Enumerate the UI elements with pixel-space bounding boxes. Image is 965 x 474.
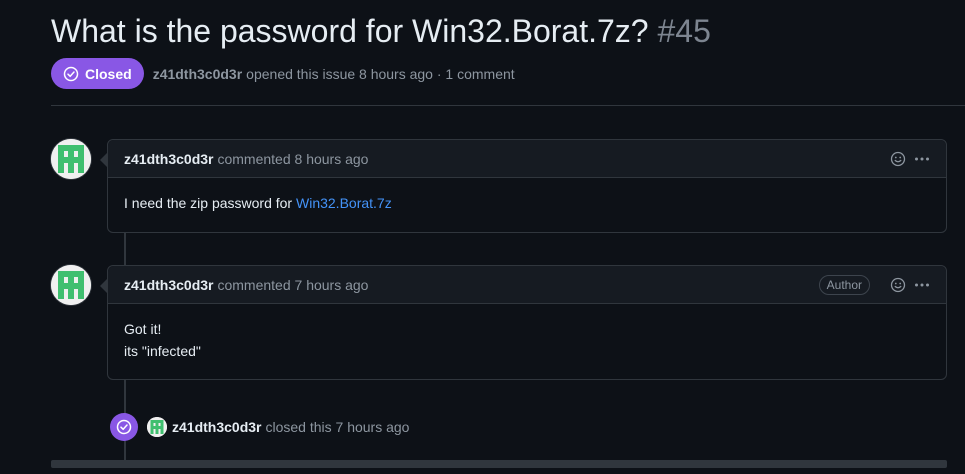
comment-timestamp[interactable]: commented 8 hours ago: [217, 151, 368, 167]
issue-meta: Closed z41dth3c0d3r opened this issue 8 …: [51, 58, 515, 89]
comment-line: its "infected": [124, 343, 201, 359]
closed-event-badge: [110, 413, 138, 441]
issue-number: #45: [657, 13, 711, 49]
comment-body: I need the zip password for Win32.Borat.…: [108, 178, 946, 228]
issue-meta-text: opened this issue 8 hours ago · 1 commen…: [246, 65, 515, 82]
file-link[interactable]: Win32.Borat.7z: [296, 195, 392, 211]
closed-event: z41dth3c0d3r closed this 7 hours ago: [110, 413, 409, 441]
comment-author-link[interactable]: z41dth3c0d3r: [124, 151, 213, 167]
avatar[interactable]: [51, 265, 91, 305]
closed-check-icon: [116, 419, 132, 435]
issue-title-text: What is the password for Win32.Borat.7z?: [51, 13, 649, 49]
header-divider: [51, 105, 965, 106]
status-label: Closed: [85, 65, 132, 82]
comment-card: z41dth3c0d3r commented 8 hours ago I nee…: [100, 139, 947, 233]
comment-timestamp[interactable]: commented 7 hours ago: [217, 277, 368, 293]
bottom-divider-bar: [51, 460, 947, 468]
status-badge: Closed: [51, 58, 144, 89]
comment-text: I need the zip password for: [124, 195, 296, 211]
comment-header: z41dth3c0d3r commented 7 hours ago Autho…: [108, 266, 946, 304]
identicon-avatar: [51, 265, 91, 305]
avatar[interactable]: [51, 139, 91, 179]
comment-card: z41dth3c0d3r commented 7 hours ago Autho…: [100, 265, 947, 380]
comment-author-link[interactable]: z41dth3c0d3r: [124, 277, 213, 293]
comment-line: Got it!: [124, 321, 162, 337]
author-badge: Author: [818, 274, 870, 295]
kebab-icon[interactable]: [914, 151, 930, 167]
comment-body: Got it! its "infected": [108, 304, 946, 376]
kebab-icon[interactable]: [914, 277, 930, 293]
comment-header: z41dth3c0d3r commented 8 hours ago: [108, 140, 946, 178]
identicon-avatar: [147, 417, 167, 437]
closed-check-icon: [63, 66, 79, 81]
issue-author-link[interactable]: z41dth3c0d3r: [153, 66, 242, 82]
issue-title: What is the password for Win32.Borat.7z?…: [51, 10, 711, 52]
smiley-icon[interactable]: [890, 277, 906, 293]
avatar[interactable]: [147, 417, 167, 437]
event-author-link[interactable]: z41dth3c0d3r: [172, 419, 261, 435]
smiley-icon[interactable]: [890, 151, 906, 167]
identicon-avatar: [51, 139, 91, 179]
event-text: closed this 7 hours ago: [265, 419, 410, 435]
